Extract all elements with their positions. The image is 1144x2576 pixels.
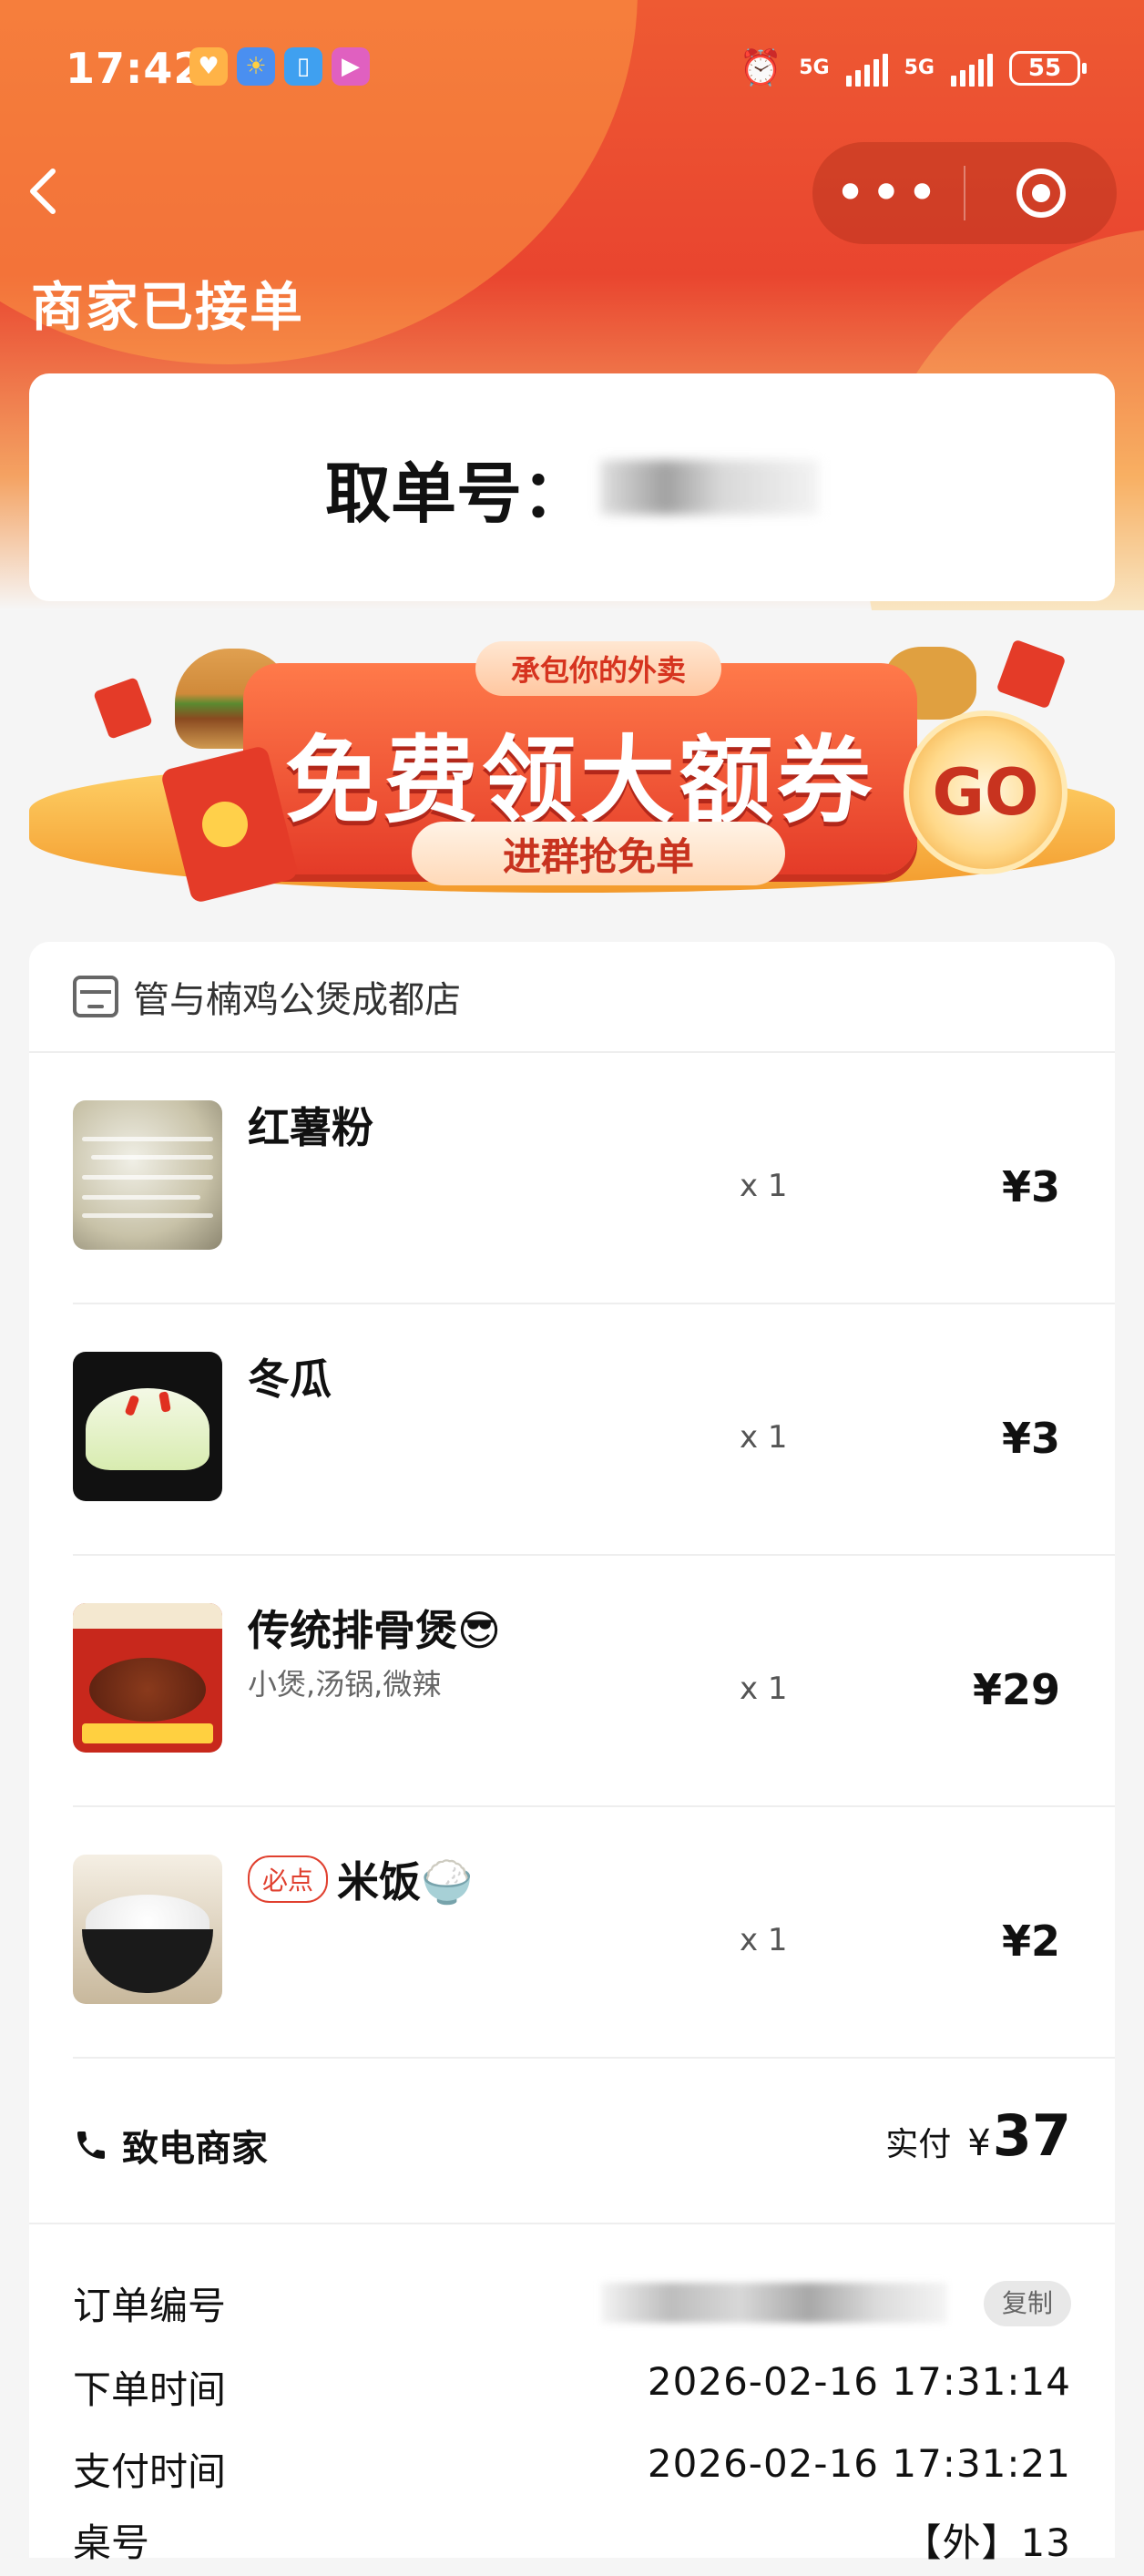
- mini-program-capsule: •••: [812, 142, 1117, 244]
- banner-go-button[interactable]: GO: [904, 710, 1067, 874]
- paid-label: 实付: [885, 2126, 952, 2163]
- item-thumbnail: [73, 1100, 222, 1250]
- signal-icon-1: [845, 50, 888, 87]
- battery-level: 55: [1027, 54, 1062, 82]
- notification-icons: ♥ ☀ ▯ ▶: [189, 47, 370, 86]
- close-button[interactable]: [965, 169, 1117, 218]
- network-label-1: 5G: [799, 56, 830, 79]
- weather-app-icon: ☀: [237, 47, 275, 86]
- item-quantity: x 1: [740, 1922, 788, 1958]
- target-circle-icon: [1016, 169, 1066, 218]
- order-item: 必点 米饭🍚 x 1 ¥2: [73, 1807, 1115, 2059]
- paid-amount: 37: [992, 2102, 1071, 2169]
- order-item: 冬瓜 x 1 ¥3: [73, 1304, 1115, 1556]
- paid-currency: ¥: [967, 2122, 991, 2164]
- item-name: 传统排骨煲😎: [248, 1606, 501, 1655]
- item-quantity: x 1: [740, 1419, 788, 1456]
- order-item: 传统排骨煲😎 小煲,汤锅,微辣 x 1 ¥29: [73, 1556, 1115, 1807]
- item-price: ¥29: [972, 1665, 1060, 1714]
- shop-name: 管与楠鸡公煲成都店: [133, 979, 461, 1021]
- paid-total: 实付 ¥ 37: [885, 2102, 1071, 2169]
- status-time: 17:42: [66, 44, 204, 93]
- table-number-label: 桌号: [73, 2520, 150, 2565]
- status-right: ⏰ 5G 5G 55: [739, 47, 1087, 88]
- pay-time-label: 支付时间: [73, 2449, 227, 2494]
- item-thumbnail: [73, 1603, 222, 1753]
- call-merchant-label: 致电商家: [122, 2128, 268, 2170]
- book-app-icon: ▯: [284, 47, 322, 86]
- call-merchant-button[interactable]: 致电商家: [73, 2119, 268, 2172]
- pickup-number-redacted: [600, 460, 819, 515]
- order-time-value: 2026-02-16 17:31:14: [647, 2359, 1071, 2404]
- more-button[interactable]: •••: [812, 166, 964, 220]
- item-quantity: x 1: [740, 1671, 788, 1707]
- item-options: 小煲,汤锅,微辣: [248, 1667, 442, 1702]
- must-order-badge: 必点: [248, 1855, 329, 1903]
- network-label-2: 5G: [904, 56, 935, 79]
- alarm-icon: ⏰: [739, 47, 783, 87]
- table-number-value: 【外】13: [903, 2520, 1071, 2565]
- order-number-redacted: [601, 2283, 947, 2323]
- banner-sub-button[interactable]: 进群抢免单: [412, 822, 785, 885]
- order-summary-row: 致电商家 实付 ¥ 37: [29, 2059, 1115, 2224]
- item-price: ¥2: [1001, 1917, 1060, 1966]
- item-name: 冬瓜: [248, 1354, 332, 1404]
- banner-tag: 承包你的外卖: [475, 641, 721, 696]
- order-card: 管与楠鸡公煲成都店 红薯粉 x 1 ¥3 冬瓜 x 1 ¥3 传统排骨煲😎 小煲…: [29, 942, 1115, 2565]
- pickup-label: 取单号：: [324, 455, 587, 532]
- video-app-icon: ▶: [332, 47, 370, 86]
- shop-header[interactable]: 管与楠鸡公煲成都店: [29, 942, 1115, 1053]
- promo-banner[interactable]: 承包你的外卖 免费领大额券 进群抢免单 GO: [29, 629, 1115, 920]
- item-price: ¥3: [1001, 1414, 1060, 1463]
- status-bar: 17:42 ♥ ☀ ▯ ▶ ⏰ 5G 5G 55: [0, 0, 1144, 146]
- order-number-label: 订单编号: [73, 2284, 227, 2328]
- back-button[interactable]: [26, 164, 80, 228]
- signal-icon-2: [951, 50, 993, 87]
- copy-button[interactable]: 复制: [983, 2281, 1071, 2326]
- chevron-left-icon: [30, 169, 56, 214]
- pay-time-row: 支付时间 2026-02-16 17:31:21: [73, 2441, 1071, 2505]
- item-name: 红薯粉: [248, 1103, 373, 1152]
- heart-app-icon: ♥: [189, 47, 228, 86]
- more-dots-icon: •••: [833, 161, 943, 225]
- pay-time-value: 2026-02-16 17:31:21: [647, 2441, 1071, 2486]
- battery-icon: 55: [1009, 50, 1087, 86]
- phone-icon: [77, 2131, 105, 2159]
- order-time-label: 下单时间: [73, 2367, 227, 2412]
- order-number-row: 订单编号 复制: [73, 2275, 1071, 2339]
- item-quantity: x 1: [740, 1168, 788, 1204]
- item-price: ¥3: [1001, 1162, 1060, 1211]
- order-item: 红薯粉 x 1 ¥3: [73, 1053, 1115, 1304]
- page-title: 商家已接单: [31, 276, 305, 338]
- store-icon: [73, 976, 118, 1017]
- table-number-row: 桌号 【外】13: [73, 2512, 1071, 2576]
- item-name: 必点 米饭🍚: [248, 1849, 473, 1909]
- item-thumbnail: [73, 1855, 222, 2004]
- pickup-card: 取单号：: [29, 373, 1115, 601]
- order-time-row: 下单时间 2026-02-16 17:31:14: [73, 2359, 1071, 2423]
- item-thumbnail: [73, 1352, 222, 1501]
- banner-headline: 免费领大额券: [284, 725, 875, 836]
